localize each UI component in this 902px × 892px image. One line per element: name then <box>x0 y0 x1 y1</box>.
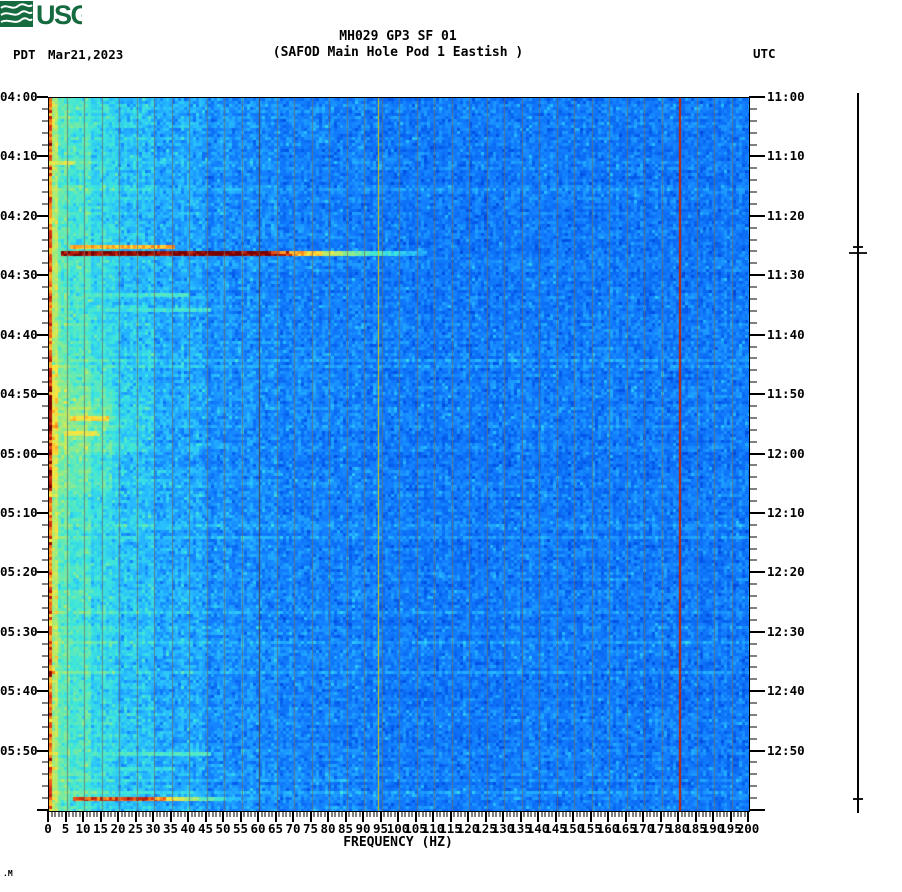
right-time-label: 12:30 <box>767 624 805 639</box>
left-time-label: 05:10 <box>0 505 38 520</box>
right-time-label: 12:10 <box>767 505 805 520</box>
right-time-label: 11:00 <box>767 89 805 104</box>
left-time-label: 04:00 <box>0 89 38 104</box>
usgs-logo-text: USGS <box>36 0 82 28</box>
right-time-label: 12:00 <box>767 446 805 461</box>
left-time-label: 04:40 <box>0 327 38 342</box>
right-time-label: 11:10 <box>767 148 805 163</box>
spectrogram-page: USGS MH029 GP3 SF 01 (SAFOD Main Hole Po… <box>0 0 902 892</box>
left-time-label: 04:30 <box>0 267 38 282</box>
right-time-label: 11:40 <box>767 327 805 342</box>
left-time-label: 05:30 <box>0 624 38 639</box>
station-title: MH029 GP3 SF 01 <box>339 29 457 44</box>
frequency-tick-label: 200 <box>736 821 760 836</box>
title-block: MH029 GP3 SF 01 (SAFOD Main Hole Pod 1 E… <box>48 29 748 61</box>
usgs-logo: USGS <box>0 0 82 28</box>
right-time-label: 12:20 <box>767 564 805 579</box>
right-time-label: 12:40 <box>767 683 805 698</box>
left-timezone-label: PDT <box>13 47 36 62</box>
left-time-label: 05:00 <box>0 446 38 461</box>
date-label: Mar21,2023 <box>48 47 124 62</box>
left-time-label: 04:10 <box>0 148 38 163</box>
spectrogram-plot-frame <box>48 97 750 812</box>
right-time-label: 11:50 <box>767 386 805 401</box>
station-subtitle: (SAFOD Main Hole Pod 1 Eastish ) <box>272 45 524 60</box>
corner-mark: .M <box>3 869 13 878</box>
right-time-label: 11:30 <box>767 267 805 282</box>
left-time-label: 05:20 <box>0 564 38 579</box>
left-time-label: 04:50 <box>0 386 38 401</box>
right-time-label: 12:50 <box>767 743 805 758</box>
spectrogram-canvas <box>49 98 749 811</box>
right-timezone-label: UTC <box>753 46 776 61</box>
left-time-label: 05:40 <box>0 683 38 698</box>
left-time-label: 05:50 <box>0 743 38 758</box>
frequency-axis-title: FREQUENCY (HZ) <box>343 835 453 850</box>
right-time-label: 11:20 <box>767 208 805 223</box>
left-time-label: 04:20 <box>0 208 38 223</box>
